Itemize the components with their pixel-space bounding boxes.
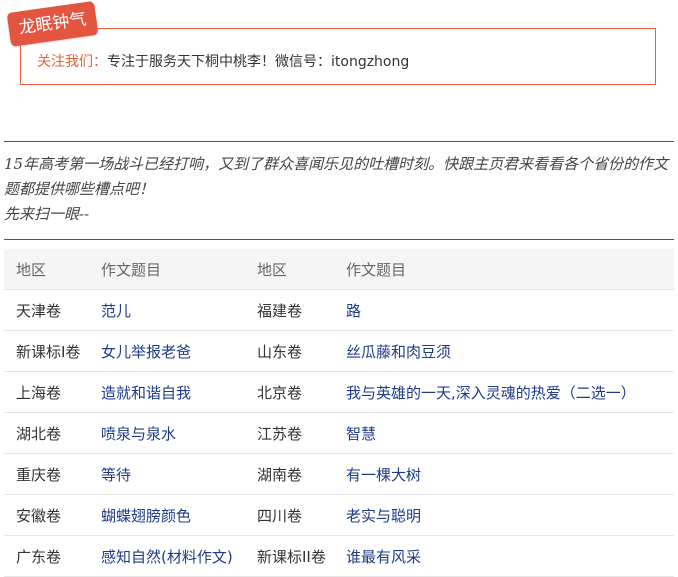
follow-label: 关注我们： — [37, 54, 107, 70]
table-row: 天津卷 范儿 福建卷 路 — [4, 289, 674, 331]
header-topic: 作文题目 — [101, 249, 257, 290]
follow-line: 关注我们：专注于服务天下桐中桃李！微信号：itongzhong — [37, 51, 409, 71]
topic-cell: 路 — [346, 289, 674, 331]
topic-cell: 丝瓜藤和肉豆须 — [346, 330, 674, 372]
topic-cell: 有一棵大树 — [346, 453, 674, 495]
region-cell: 湖北卷 — [4, 412, 101, 454]
topic-cell: 谁最有风采 — [346, 535, 674, 577]
follow-text: 专注于服务天下桐中桃李！微信号：itongzhong — [107, 54, 410, 70]
region-cell: 四川卷 — [257, 494, 346, 536]
table-row: 广东卷 感知自然(材料作文) 新课标II卷 谁最有风采 — [4, 535, 674, 577]
topic-cell: 范儿 — [101, 289, 257, 331]
region-cell: 福建卷 — [257, 289, 346, 331]
topic-cell: 女儿举报老爸 — [101, 330, 257, 372]
table-header-row: 地区 作文题目 地区 作文题目 — [4, 249, 674, 290]
topic-cell: 感知自然(材料作文) — [101, 535, 257, 577]
region-cell: 新课标I卷 — [4, 330, 101, 372]
header-region: 地区 — [257, 249, 346, 290]
table-row: 湖北卷 喷泉与泉水 江苏卷 智慧 — [4, 412, 674, 454]
region-cell: 北京卷 — [257, 371, 346, 413]
topic-cell: 等待 — [101, 453, 257, 495]
table-row: 重庆卷 等待 湖南卷 有一棵大树 — [4, 453, 674, 495]
region-cell: 湖南卷 — [257, 453, 346, 495]
region-cell: 广东卷 — [4, 535, 101, 577]
top-divider — [4, 141, 674, 142]
topic-cell: 喷泉与泉水 — [101, 412, 257, 454]
region-cell: 山东卷 — [257, 330, 346, 372]
topic-cell: 智慧 — [346, 412, 674, 454]
region-cell: 安徽卷 — [4, 494, 101, 536]
region-cell: 上海卷 — [4, 371, 101, 413]
header-topic: 作文题目 — [346, 249, 674, 290]
region-cell: 天津卷 — [4, 289, 101, 331]
topic-cell: 造就和谐自我 — [101, 371, 257, 413]
essay-topics-table: 地区 作文题目 地区 作文题目 天津卷 范儿 福建卷 路 新课标I卷 女儿举报老… — [4, 249, 674, 577]
region-cell: 重庆卷 — [4, 453, 101, 495]
table-row: 上海卷 造就和谐自我 北京卷 我与英雄的一天,深入灵魂的热爱（二选一） — [4, 371, 674, 413]
bottom-divider — [4, 239, 674, 240]
region-cell: 新课标II卷 — [257, 535, 346, 577]
intro-line: 15年高考第一场战斗已经打响，又到了群众喜闻乐见的吐槽时刻。快跟主页君来看看各个… — [4, 155, 669, 198]
topic-cell: 老实与聪明 — [346, 494, 674, 536]
topic-cell: 蝴蝶翅膀颜色 — [101, 494, 257, 536]
region-cell: 江苏卷 — [257, 412, 346, 454]
table-row: 安徽卷 蝴蝶翅膀颜色 四川卷 老实与聪明 — [4, 494, 674, 536]
topic-cell: 我与英雄的一天,深入灵魂的热爱（二选一） — [346, 371, 674, 413]
table-row: 新课标I卷 女儿举报老爸 山东卷 丝瓜藤和肉豆须 — [4, 330, 674, 372]
follow-box: 关注我们：专注于服务天下桐中桃李！微信号：itongzhong — [20, 28, 656, 85]
intro-text: 15年高考第一场战斗已经打响，又到了群众喜闻乐见的吐槽时刻。快跟主页君来看看各个… — [4, 152, 674, 227]
header-region: 地区 — [4, 249, 101, 290]
intro-line: 先来扫一眼-- — [4, 205, 90, 223]
